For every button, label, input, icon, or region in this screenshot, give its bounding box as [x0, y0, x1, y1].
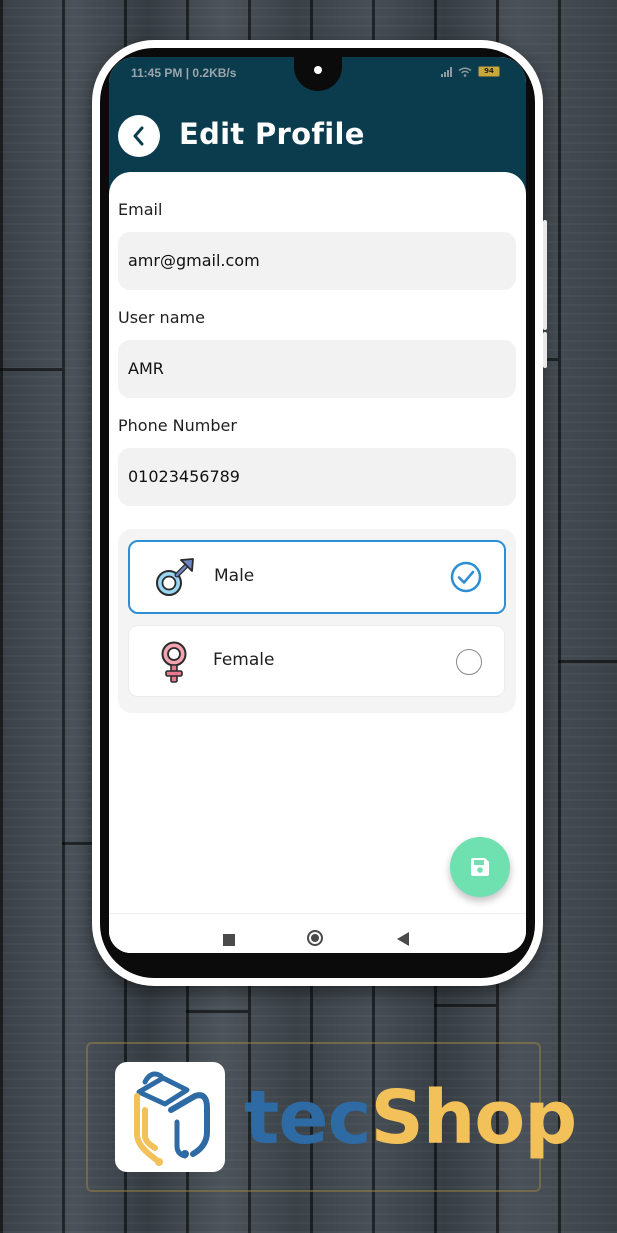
username-field[interactable]: AMR — [118, 340, 516, 398]
email-label: Email — [118, 200, 163, 219]
app-screen: 11:45 PM | 0.2KB/s 94 Edit Profile Email — [109, 57, 526, 953]
male-symbol-icon — [156, 558, 194, 596]
back-triangle-icon[interactable] — [397, 932, 409, 946]
system-nav-bar — [109, 913, 526, 953]
status-time: 11:45 PM | 0.2KB/s — [131, 66, 237, 80]
gender-option-male[interactable]: Male — [128, 540, 506, 614]
chevron-left-icon — [133, 126, 144, 146]
username-label: User name — [118, 308, 205, 327]
phone-value: 01023456789 — [128, 467, 240, 486]
brand-wordmark: tecShop — [244, 1068, 577, 1168]
checkmark-circle-icon — [450, 561, 482, 593]
brand-part-tec: tec — [244, 1075, 371, 1161]
phone-label: Phone Number — [118, 416, 237, 435]
battery-icon: 94 — [478, 66, 500, 77]
recents-icon[interactable] — [223, 934, 235, 946]
female-label: Female — [213, 650, 275, 670]
tecshop-logo-icon — [134, 1071, 210, 1166]
male-label: Male — [214, 566, 255, 586]
form-sheet: Email amr@gmail.com User name AMR Phone … — [109, 172, 526, 953]
gender-selector: Male Female — [118, 529, 516, 713]
female-symbol-icon — [161, 641, 187, 683]
radio-unchecked-icon — [456, 649, 482, 675]
username-value: AMR — [128, 359, 164, 378]
phone-field[interactable]: 01023456789 — [118, 448, 516, 506]
brand-part-shop: Shop — [370, 1075, 577, 1161]
home-icon[interactable] — [307, 930, 323, 946]
email-value: amr@gmail.com — [128, 251, 260, 270]
back-button[interactable] — [118, 115, 160, 157]
email-field[interactable]: amr@gmail.com — [118, 232, 516, 290]
save-button[interactable] — [450, 837, 510, 897]
signal-icon — [441, 66, 452, 77]
page-title: Edit Profile — [179, 117, 365, 151]
brand-logo-tile — [115, 1062, 225, 1172]
wifi-icon — [458, 67, 472, 77]
camera-dot — [314, 66, 322, 74]
gender-option-female[interactable]: Female — [128, 625, 505, 697]
save-icon — [471, 858, 489, 876]
